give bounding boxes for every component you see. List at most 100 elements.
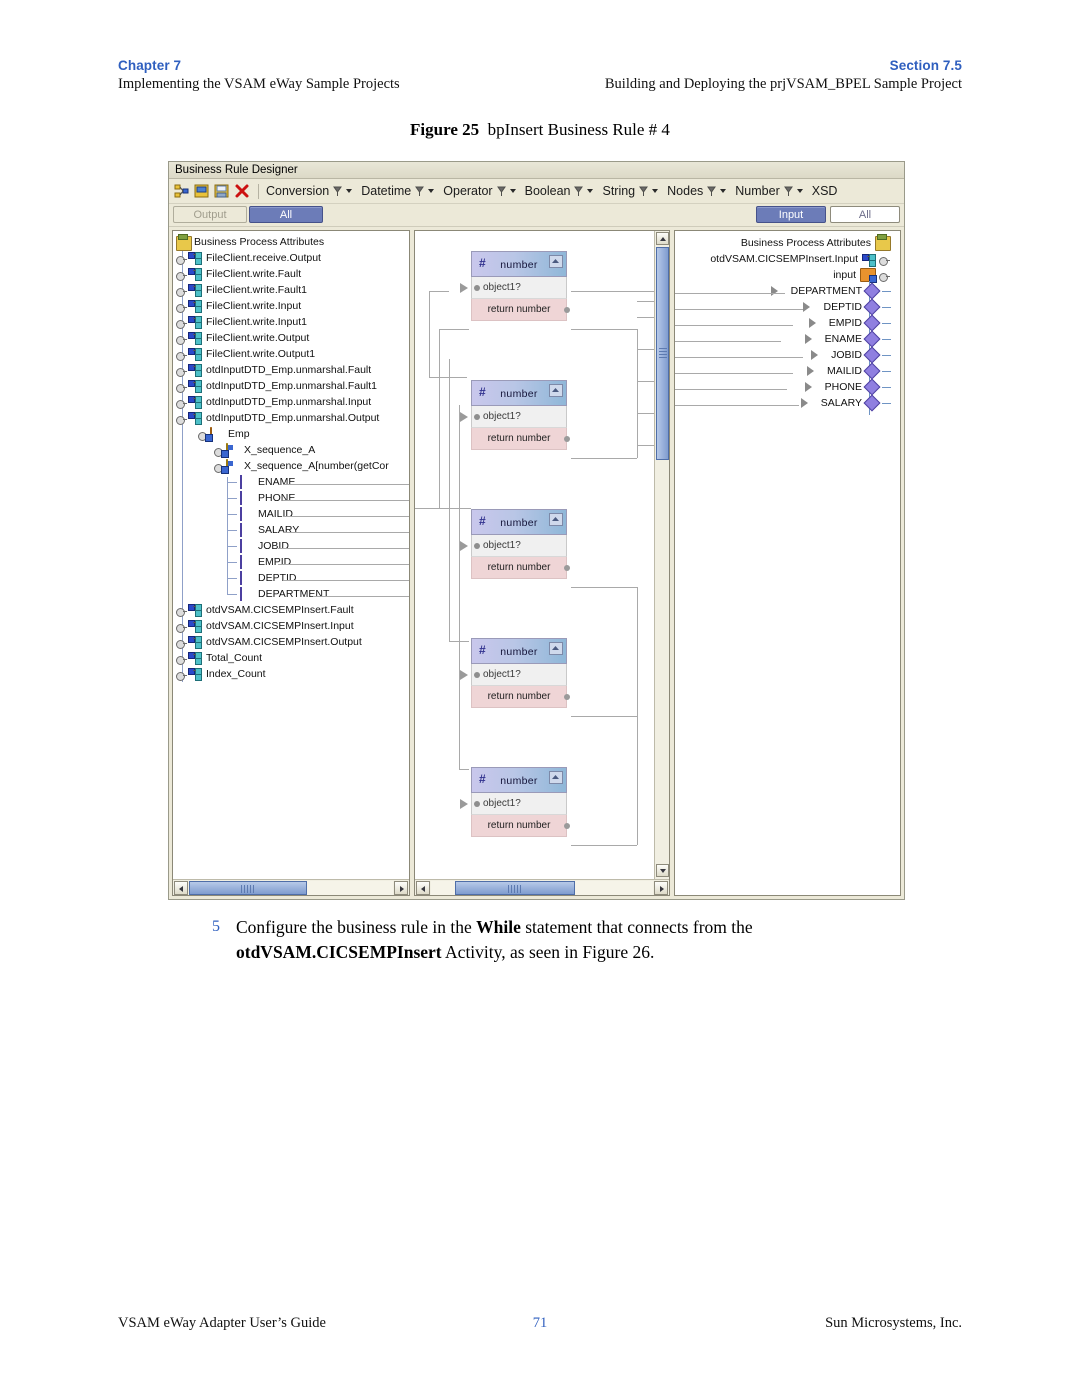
node-input-row[interactable]: object1? <box>460 664 567 686</box>
expand-handle-icon[interactable] <box>879 254 890 266</box>
expand-handle-icon[interactable] <box>176 285 187 297</box>
expand-handle-icon[interactable] <box>176 317 187 329</box>
tree-item[interactable]: otdInputDTD_Emp.unmarshal.Output <box>176 410 389 426</box>
tab-input-all[interactable]: All <box>830 206 900 223</box>
node-output-row[interactable]: return number <box>471 686 570 708</box>
tree-field[interactable]: JOBID <box>176 538 389 554</box>
tree-item[interactable]: otdInputDTD_Emp.unmarshal.Input <box>176 394 389 410</box>
scroll-track[interactable] <box>431 880 653 895</box>
input-field[interactable]: JOBID <box>710 346 891 364</box>
tree-item[interactable]: FileClient.write.Input <box>176 298 389 314</box>
toolbar-menu-nodes[interactable]: Nodes <box>667 184 727 198</box>
toolbar-menu-datetime[interactable]: Datetime <box>361 184 435 198</box>
tree-field[interactable]: MAILID <box>176 506 389 522</box>
input-field[interactable]: SALARY <box>710 394 891 412</box>
expand-handle-icon[interactable] <box>176 349 187 361</box>
tree-item[interactable]: FileClient.write.Input1 <box>176 314 389 330</box>
expand-handle-icon[interactable] <box>176 269 187 281</box>
scroll-up-arrow[interactable] <box>655 232 669 245</box>
number-node-header[interactable]: # number <box>471 251 567 277</box>
input-tree-node[interactable]: otdVSAM.CICSEMPInsert.Input <box>710 251 891 267</box>
number-node-header[interactable]: # number <box>471 767 567 793</box>
expand-handle-icon[interactable] <box>176 253 187 265</box>
output-port[interactable] <box>564 307 570 313</box>
input-port[interactable] <box>474 543 480 549</box>
number-node-header[interactable]: # number <box>471 509 567 535</box>
node-input-row[interactable]: object1? <box>460 535 567 557</box>
scroll-left-arrow[interactable] <box>416 880 430 895</box>
expand-handle-icon[interactable] <box>176 669 187 681</box>
node-output-row[interactable]: return number <box>471 815 570 837</box>
expand-handle-icon[interactable] <box>176 413 187 425</box>
input-field[interactable]: DEPARTMENT <box>710 282 891 300</box>
toolbar-menu-operator[interactable]: Operator <box>443 184 516 198</box>
toolbar-menu-string[interactable]: String <box>602 184 659 198</box>
tree-item[interactable]: FileClient.write.Fault <box>176 266 389 282</box>
tree-field[interactable]: PHONE <box>176 490 389 506</box>
tree-field[interactable]: DEPARTMENT <box>176 586 389 602</box>
tree-field[interactable]: EMPID <box>176 554 389 570</box>
canvas-horizontal-scrollbar[interactable] <box>415 879 669 895</box>
scroll-track[interactable] <box>189 880 393 895</box>
tree-item[interactable]: FileClient.write.Output <box>176 330 389 346</box>
expand-handle-icon[interactable] <box>176 301 187 313</box>
number-node-header[interactable]: # number <box>471 638 567 664</box>
expand-handle-icon[interactable] <box>176 333 187 345</box>
scroll-right-arrow[interactable] <box>654 880 668 895</box>
number-node[interactable]: # number object1? return number <box>460 509 570 579</box>
input-port[interactable] <box>474 285 480 291</box>
toolbar-menu-number[interactable]: Number <box>735 184 803 198</box>
scroll-down-arrow[interactable] <box>656 864 669 877</box>
node-input-row[interactable]: object1? <box>460 793 567 815</box>
tree-item[interactable]: otdInputDTD_Emp.unmarshal.Fault1 <box>176 378 389 394</box>
number-node[interactable]: # number object1? return number <box>460 251 570 321</box>
tree-item[interactable]: otdVSAM.CICSEMPInsert.Input <box>176 618 389 634</box>
rule-canvas[interactable]: # number object1? return number # number… <box>415 231 654 878</box>
node-output-row[interactable]: return number <box>471 557 570 579</box>
expand-handle-icon[interactable] <box>176 637 187 649</box>
scroll-left-arrow[interactable] <box>174 880 188 895</box>
tree-item[interactable]: otdVSAM.CICSEMPInsert.Output <box>176 634 389 650</box>
node-input-row[interactable]: object1? <box>460 406 567 428</box>
toolbar-menu-boolean[interactable]: Boolean <box>525 184 594 198</box>
expand-handle-icon[interactable] <box>176 365 187 377</box>
input-field[interactable]: MAILID <box>710 362 891 380</box>
number-node[interactable]: # number object1? return number <box>460 767 570 837</box>
tree-item[interactable]: otdVSAM.CICSEMPInsert.Fault <box>176 602 389 618</box>
output-port[interactable] <box>564 823 570 829</box>
output-port[interactable] <box>564 694 570 700</box>
tree-root[interactable]: Business Process Attributes <box>176 234 389 251</box>
expand-handle-icon[interactable] <box>879 270 890 282</box>
input-field[interactable]: PHONE <box>710 378 891 396</box>
expand-handle-icon[interactable] <box>176 605 187 617</box>
scroll-right-arrow[interactable] <box>394 880 408 895</box>
tree-item[interactable]: FileClient.write.Fault1 <box>176 282 389 298</box>
tree-item-sequence-a[interactable]: X_sequence_A <box>176 442 389 458</box>
collapse-icon[interactable] <box>549 255 563 268</box>
input-field[interactable]: EMPID <box>710 314 891 332</box>
tab-output-all[interactable]: All <box>249 206 323 223</box>
toolbar-menu-conversion[interactable]: Conversion <box>266 184 353 198</box>
tab-output[interactable]: Output <box>173 206 247 223</box>
output-port[interactable] <box>564 565 570 571</box>
expand-handle-icon[interactable] <box>176 621 187 633</box>
input-tree-root[interactable]: Business Process Attributes <box>710 233 891 251</box>
node-input-row[interactable]: object1? <box>460 277 567 299</box>
input-port[interactable] <box>474 414 480 420</box>
expand-handle-icon[interactable] <box>176 381 187 393</box>
collapse-icon[interactable] <box>549 771 563 784</box>
open-folder-icon[interactable] <box>193 182 211 200</box>
tree-item[interactable]: Total_Count <box>176 650 389 666</box>
tree-item[interactable]: FileClient.receive.Output <box>176 250 389 266</box>
scroll-thumb[interactable] <box>189 880 307 895</box>
collapse-icon[interactable] <box>549 642 563 655</box>
node-output-row[interactable]: return number <box>471 428 570 450</box>
input-field[interactable]: DEPTID <box>710 298 891 316</box>
tree-item-emp[interactable]: Emp <box>176 426 389 442</box>
scroll-thumb[interactable] <box>455 880 575 895</box>
expand-handle-icon[interactable] <box>176 397 187 409</box>
tree-item-sequence-b[interactable]: X_sequence_A[number(getCor <box>176 458 389 474</box>
input-field[interactable]: ENAME <box>710 330 891 348</box>
collapse-icon[interactable] <box>549 513 563 526</box>
tree-field[interactable]: SALARY <box>176 522 389 538</box>
